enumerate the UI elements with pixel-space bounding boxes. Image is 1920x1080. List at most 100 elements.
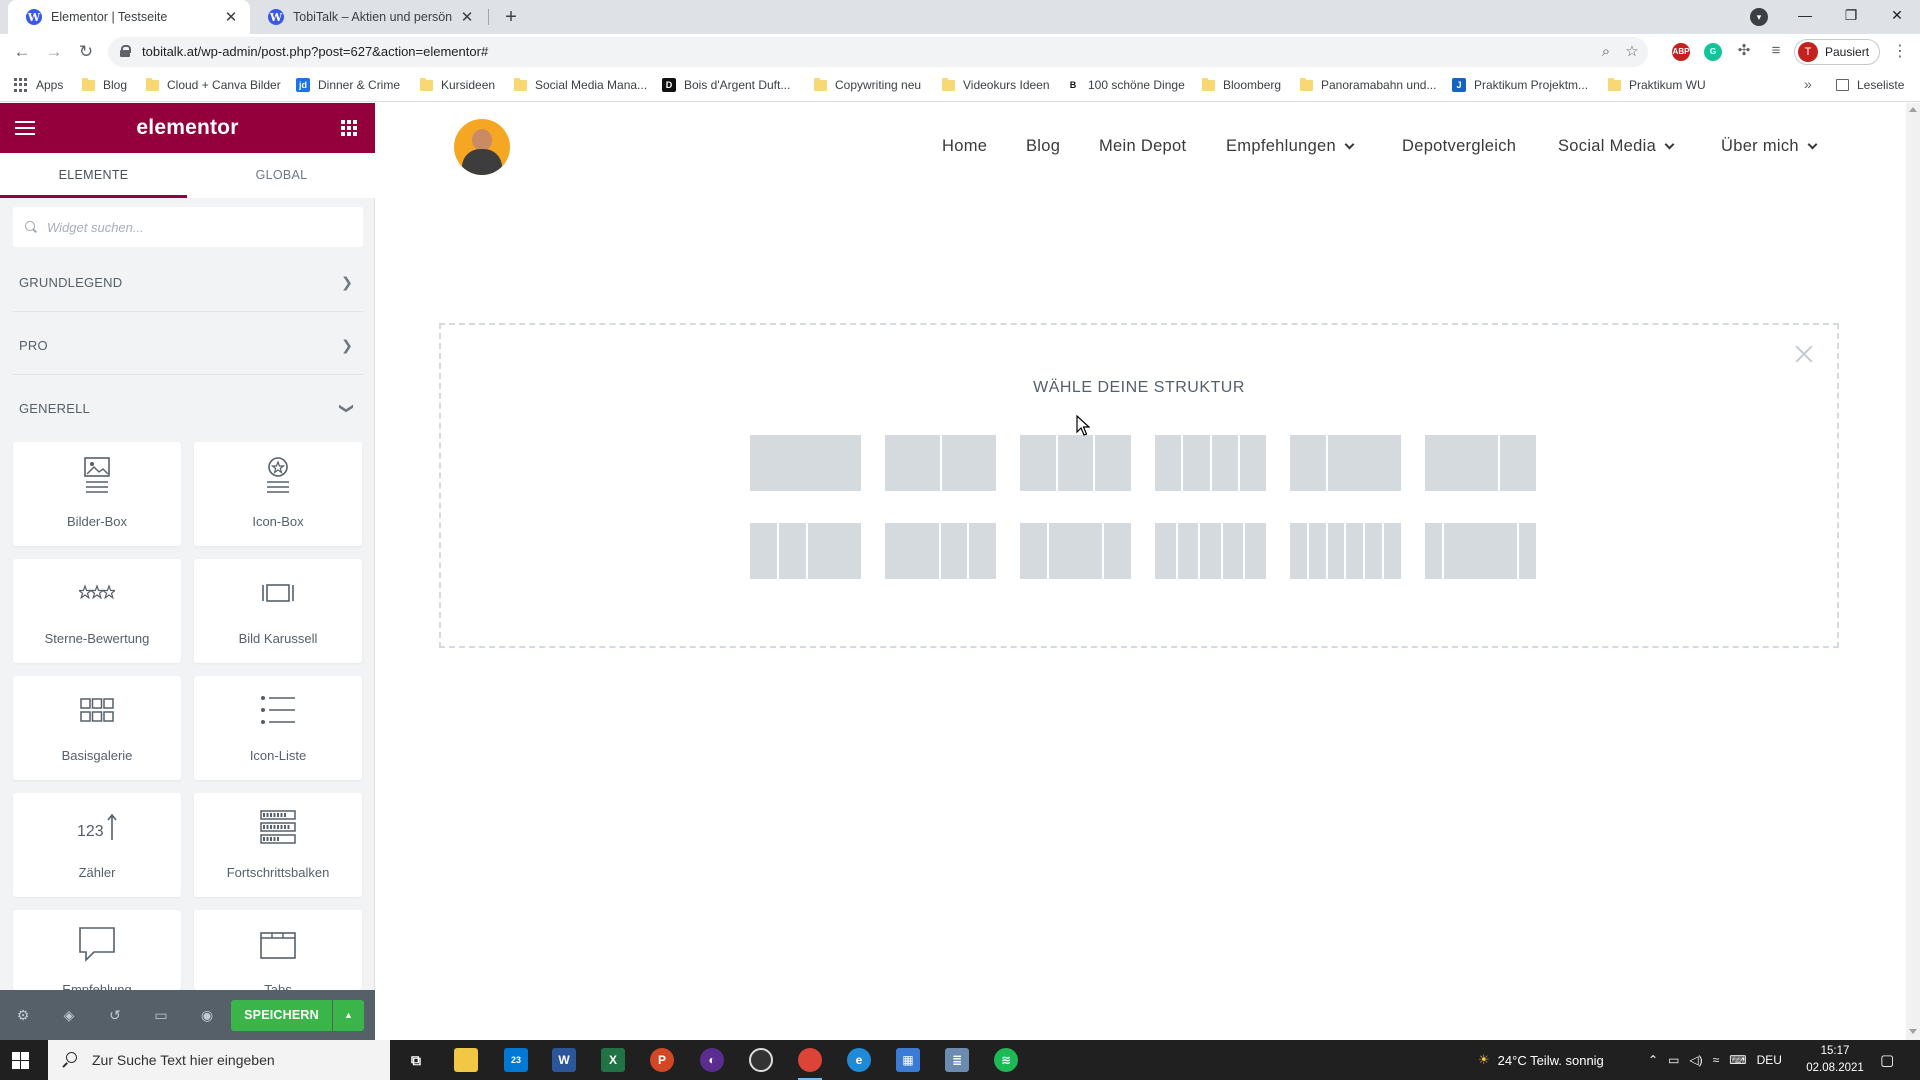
windows-start-icon[interactable] xyxy=(12,1052,29,1069)
tray-icons[interactable]: ⌃ ▭ ◁) ≈ ⌨ DEU xyxy=(1648,1040,1782,1080)
widget-image-box[interactable]: Bilder-Box xyxy=(13,442,181,546)
tab-search-icon[interactable]: ▾ xyxy=(1750,8,1768,26)
category-pro[interactable]: PRO ❯ xyxy=(0,325,375,365)
more-bookmarks-icon[interactable]: » xyxy=(1804,76,1812,92)
history-icon[interactable]: ↺ xyxy=(106,1006,124,1024)
restore-icon[interactable]: ❐ xyxy=(1828,0,1874,30)
reload-icon[interactable]: ↻ xyxy=(74,40,98,64)
word-icon[interactable]: W xyxy=(552,1048,576,1072)
tab-elementor[interactable]: W Elementor | Testseite ✕ xyxy=(8,0,250,34)
close-icon[interactable]: ✕ xyxy=(222,8,240,26)
structure-preset[interactable] xyxy=(1425,435,1536,491)
volume-icon[interactable]: ◁) xyxy=(1689,1053,1702,1067)
abp-icon[interactable]: ABP xyxy=(1672,43,1690,61)
bookmark-social-media[interactable]: Social Media Mana... xyxy=(514,77,647,92)
wifi-icon[interactable]: ≈ xyxy=(1713,1053,1720,1067)
window-close-icon[interactable]: ✕ xyxy=(1874,0,1920,30)
widget-counter[interactable]: 123 Zähler xyxy=(13,793,181,897)
widget-icon-list[interactable]: Icon-Liste xyxy=(194,676,362,780)
widget-tabs[interactable]: Tabs xyxy=(194,910,362,990)
bookmark-100-dinge[interactable]: B 100 schöne Dinge xyxy=(1066,78,1185,92)
nav-depotvergleich[interactable]: Depotvergleich xyxy=(1402,137,1516,156)
minimize-icon[interactable]: — xyxy=(1782,0,1828,30)
chrome-icon[interactable] xyxy=(798,1048,822,1080)
bookmark-star-icon[interactable]: ☆ xyxy=(1622,42,1642,62)
battery-icon[interactable]: ▭ xyxy=(1668,1053,1679,1067)
back-arrow-icon[interactable]: ← xyxy=(10,40,34,64)
widget-image-carousel[interactable]: Bild Karussell xyxy=(194,559,362,663)
settings-gear-icon[interactable]: ⚙ xyxy=(14,1006,32,1024)
widget-icon-box[interactable]: Icon-Box xyxy=(194,442,362,546)
structure-preset[interactable] xyxy=(750,523,861,579)
bookmark-dinner-crime[interactable]: jd Dinner & Crime xyxy=(296,78,400,92)
hamburger-menu-icon[interactable] xyxy=(15,121,35,135)
navigator-layers-icon[interactable]: ◈ xyxy=(60,1006,78,1024)
reading-list-button[interactable]: Leseliste xyxy=(1836,78,1904,92)
bookmark-bois-dargent[interactable]: D Bois d'Argent Duft... xyxy=(662,78,790,92)
bookmark-praktikum-wu[interactable]: Praktikum WU xyxy=(1608,77,1706,92)
nav-social-media[interactable]: Social Media xyxy=(1558,137,1675,156)
close-icon[interactable] xyxy=(1793,343,1815,365)
close-icon[interactable]: ✕ xyxy=(458,8,476,26)
bookmark-bloomberg[interactable]: Bloomberg xyxy=(1202,77,1281,92)
zoom-icon[interactable]: ⌕ xyxy=(1596,42,1616,62)
widget-search-input[interactable]: Widget suchen... xyxy=(13,207,363,247)
nav-ueber-mich[interactable]: Über mich xyxy=(1721,137,1818,156)
bookmark-cloud-canva[interactable]: Cloud + Canva Bilder xyxy=(146,77,281,92)
excel-icon[interactable]: X xyxy=(601,1048,625,1072)
bookmark-blog[interactable]: Blog xyxy=(82,77,127,92)
nav-home[interactable]: Home xyxy=(942,137,987,156)
extensions-puzzle-icon[interactable]: ✣ xyxy=(1734,41,1754,61)
bookmark-apps[interactable]: Apps xyxy=(14,78,63,92)
structure-preset[interactable] xyxy=(1425,523,1536,579)
bookmark-kursideen[interactable]: Kursideen xyxy=(420,77,495,92)
task-view-icon[interactable]: ⧉ xyxy=(404,1048,428,1072)
site-logo-avatar[interactable] xyxy=(454,119,510,175)
bookmark-praktikum-projekt[interactable]: J Praktikum Projektm... xyxy=(1452,78,1588,92)
structure-preset[interactable] xyxy=(1290,523,1401,579)
save-options-caret-icon[interactable]: ▲ xyxy=(333,1000,364,1031)
media-queue-icon[interactable]: ≡ xyxy=(1766,41,1786,61)
forward-arrow-icon[interactable]: → xyxy=(42,40,66,64)
lock-icon[interactable] xyxy=(120,45,131,57)
structure-preset[interactable] xyxy=(1155,435,1266,491)
widget-star-rating[interactable]: Sterne-Bewertung xyxy=(13,559,181,663)
file-explorer-icon[interactable] xyxy=(454,1048,478,1072)
structure-preset[interactable] xyxy=(1290,435,1401,491)
preview-eye-icon[interactable]: ◉ xyxy=(198,1006,216,1024)
browser-menu-icon[interactable]: ⋮ xyxy=(1892,43,1908,61)
widget-basic-gallery[interactable]: Basisgalerie xyxy=(13,676,181,780)
nav-blog[interactable]: Blog xyxy=(1026,137,1060,156)
nav-empfehlungen[interactable]: Empfehlungen xyxy=(1226,137,1355,156)
app-icon[interactable]: ◐ xyxy=(700,1048,724,1072)
address-bar[interactable]: tobitalk.at/wp-admin/post.php?post=627&a… xyxy=(108,37,1648,67)
chevron-up-icon[interactable]: ⌃ xyxy=(1648,1053,1658,1067)
notepad-icon[interactable]: ≣ xyxy=(945,1048,969,1072)
structure-preset[interactable] xyxy=(750,435,861,491)
scroll-down-icon[interactable] xyxy=(1909,1029,1917,1034)
scroll-up-icon[interactable] xyxy=(1909,107,1917,112)
structure-preset[interactable] xyxy=(885,523,996,579)
nav-mein-depot[interactable]: Mein Depot xyxy=(1099,137,1186,156)
keyboard-icon[interactable]: ⌨ xyxy=(1729,1053,1746,1067)
weather-widget[interactable]: ☀ 24°C Teilw. sonnig xyxy=(1478,1040,1604,1080)
bookmark-videokurs[interactable]: Videokurs Ideen xyxy=(942,77,1050,92)
obs-icon[interactable] xyxy=(749,1048,773,1072)
url-text[interactable]: tobitalk.at/wp-admin/post.php?post=627&a… xyxy=(142,44,488,59)
save-button[interactable]: SPEICHERN xyxy=(231,1000,332,1031)
tab-elemente[interactable]: ELEMENTE xyxy=(0,153,187,198)
profile-button[interactable]: T Pausiert xyxy=(1794,39,1880,65)
notifications-icon[interactable]: ▢ xyxy=(1880,1040,1894,1080)
bookmark-panoramabahn[interactable]: Panoramabahn und... xyxy=(1300,77,1436,92)
widget-testimonial[interactable]: Empfehlung xyxy=(13,910,181,990)
responsive-mode-icon[interactable]: ▭ xyxy=(152,1006,170,1024)
taskbar-search-input[interactable]: Zur Suche Text hier eingeben xyxy=(48,1040,390,1080)
category-grundlegend[interactable]: GRUNDLEGEND ❯ xyxy=(0,262,375,302)
new-tab-button[interactable]: + xyxy=(498,4,524,30)
structure-preset[interactable] xyxy=(1020,523,1131,579)
grammarly-icon[interactable]: G xyxy=(1704,43,1722,61)
widget-progress-bar[interactable]: Fortschrittsbalken xyxy=(194,793,362,897)
tab-tobitalk[interactable]: W TobiTalk – Aktien und persönliche ✕ xyxy=(250,0,486,34)
powerpoint-icon[interactable]: P xyxy=(650,1048,674,1072)
bookmark-copywriting[interactable]: Copywriting neu xyxy=(814,77,921,92)
